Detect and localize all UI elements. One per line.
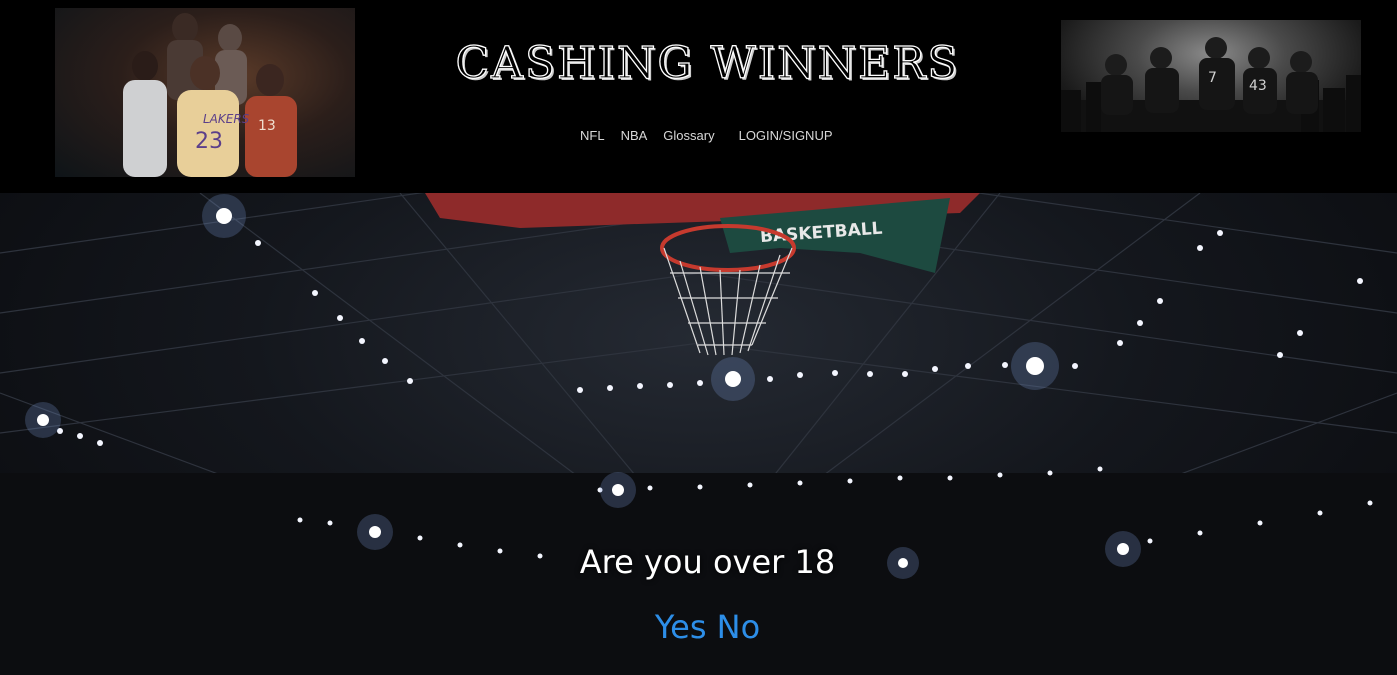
no-button[interactable]: No <box>717 608 761 646</box>
nav-link-nfl[interactable]: NFL <box>580 128 605 143</box>
main-nav: NFL NBA Glossary LOGIN/SIGNUP <box>580 128 833 143</box>
age-verification-answers: Yes No <box>0 608 1397 646</box>
nfl-players-banner-image: 7 43 <box>1061 20 1361 132</box>
nfl-players-illustration: 7 43 <box>1061 37 1361 132</box>
site-header: LAKERS 23 13 CASHING WINNERS NFL NBA Glo… <box>0 0 1397 193</box>
jersey-number-13: 13 <box>258 118 276 134</box>
nav-link-glossary[interactable]: Glossary <box>663 128 714 143</box>
jersey-number-43: 43 <box>1249 78 1267 94</box>
lakers-jersey-text: LAKERS <box>203 112 250 126</box>
arena-hero: BASKETBALL Are you over 18 Yes No <box>0 193 1397 675</box>
nba-players-banner-image: LAKERS 23 13 <box>55 8 355 177</box>
arena-background: BASKETBALL <box>0 193 1397 675</box>
basketball-backboard: BASKETBALL <box>425 193 980 273</box>
age-verification-question: Are you over 18 <box>579 543 836 581</box>
nav-link-nba[interactable]: NBA <box>621 128 648 143</box>
yes-button[interactable]: Yes <box>655 608 707 646</box>
jersey-number-7: 7 <box>1208 70 1217 86</box>
jersey-number-23: 23 <box>195 129 223 154</box>
nba-players-illustration: LAKERS 23 13 <box>123 13 297 177</box>
nav-link-login-signup[interactable]: LOGIN/SIGNUP <box>739 128 833 143</box>
